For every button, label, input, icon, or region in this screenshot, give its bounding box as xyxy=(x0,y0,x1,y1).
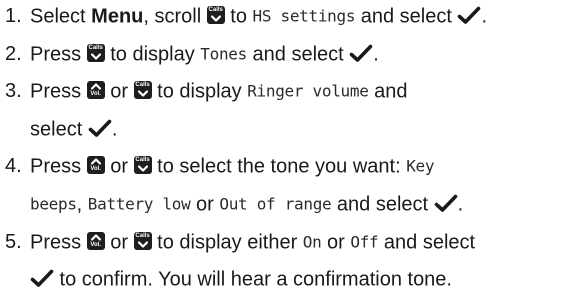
vol-key-icon: Vol. xyxy=(86,81,105,100)
key-caption: Calls xyxy=(88,44,103,51)
instruction-text: , scroll xyxy=(143,5,207,28)
display-text: HS settings xyxy=(252,6,356,26)
step-number: 2. xyxy=(5,42,22,65)
instruction-text: , xyxy=(76,193,88,216)
step-line: Press Calls to display Tones and select … xyxy=(30,40,379,68)
step-line: beeps, Battery low or Out of range and s… xyxy=(30,190,463,218)
key-caption: Calls xyxy=(135,232,150,239)
checkmark-icon xyxy=(458,6,481,24)
instruction-text: to xyxy=(224,5,253,28)
instruction-text: or xyxy=(104,80,134,103)
calls-key-icon: Calls xyxy=(133,81,152,100)
step-line: to confirm. You will hear a confirmation… xyxy=(30,265,452,293)
step-number: 4. xyxy=(5,155,22,178)
display-text: Ringer volume xyxy=(247,81,369,101)
instruction-text: or xyxy=(104,156,134,179)
chevron-down-icon xyxy=(137,90,148,97)
instruction-text: . xyxy=(481,5,488,28)
instruction-text: and select xyxy=(378,231,476,254)
display-text: Off xyxy=(350,232,379,252)
chevron-down-icon xyxy=(210,15,221,22)
step-number: 3. xyxy=(5,80,22,103)
step-number: 5. xyxy=(5,230,22,253)
calls-key-icon: Calls xyxy=(133,231,152,250)
checkmark-icon xyxy=(434,194,457,212)
instruction-text: or xyxy=(321,231,351,254)
instruction-text: to display xyxy=(151,80,248,103)
instruction-text: to display xyxy=(104,43,201,66)
instruction-text: or xyxy=(104,231,134,254)
instruction-text: . xyxy=(111,118,118,141)
instruction-text: Press xyxy=(30,43,87,66)
key-caption: Vol. xyxy=(90,241,101,248)
display-text: Out of range xyxy=(219,194,332,214)
instruction-list: 1. Select Menu, scroll Calls to HS settin… xyxy=(0,0,588,291)
instruction-text: to display either xyxy=(151,231,303,254)
step-line: Select Menu, scroll Calls to HS settings… xyxy=(30,2,487,30)
instruction-text: and select xyxy=(355,5,458,28)
instruction-text: Press xyxy=(30,231,87,254)
instruction-text: or xyxy=(190,193,220,216)
calls-key-icon: Calls xyxy=(133,156,152,175)
instruction-text: select xyxy=(30,118,88,141)
key-caption: Calls xyxy=(135,82,150,89)
display-text: Tones xyxy=(200,44,247,64)
step-line: Press Vol. or Calls to display either On… xyxy=(30,228,475,256)
display-text: Key xyxy=(406,157,435,177)
instruction-text: and xyxy=(368,80,408,103)
instruction-text: to select the tone you want: xyxy=(151,156,407,179)
key-caption: Calls xyxy=(208,7,223,13)
chevron-up-icon xyxy=(90,233,101,241)
instruction-text: Press xyxy=(30,80,87,103)
step-line: select . xyxy=(30,115,117,143)
checkmark-icon xyxy=(88,119,112,137)
vol-key-icon: Vol. xyxy=(86,231,105,250)
instruction-text: and select xyxy=(331,193,434,216)
checkmark-icon xyxy=(349,44,373,62)
vol-key-icon: Vol. xyxy=(86,156,105,175)
step-line: Press Vol. or Calls to select the tone y… xyxy=(30,152,435,180)
chevron-down-icon xyxy=(90,52,101,60)
instruction-text: . xyxy=(457,193,464,216)
menu-key-label: Menu xyxy=(91,5,144,28)
chevron-down-icon xyxy=(137,240,148,248)
instruction-text: Press xyxy=(30,156,87,179)
step-line: Press Vol. or Calls to display Ringer vo… xyxy=(30,77,407,105)
display-text: beeps xyxy=(30,194,77,214)
key-caption: Vol. xyxy=(90,91,101,98)
key-caption: Vol. xyxy=(90,166,101,173)
checkmark-icon xyxy=(30,269,54,287)
instruction-text: and select xyxy=(246,43,350,66)
key-caption: Calls xyxy=(135,157,150,164)
step-number: 1. xyxy=(5,5,22,27)
instruction-text: Select xyxy=(30,5,92,28)
display-text: Battery low xyxy=(87,194,191,214)
chevron-down-icon xyxy=(137,165,148,172)
calls-key-icon: Calls xyxy=(206,6,225,24)
display-text: On xyxy=(302,232,322,252)
chevron-up-icon xyxy=(90,83,101,90)
calls-key-icon: Calls xyxy=(86,43,105,62)
instruction-text: . xyxy=(373,43,379,66)
chevron-up-icon xyxy=(90,158,101,165)
